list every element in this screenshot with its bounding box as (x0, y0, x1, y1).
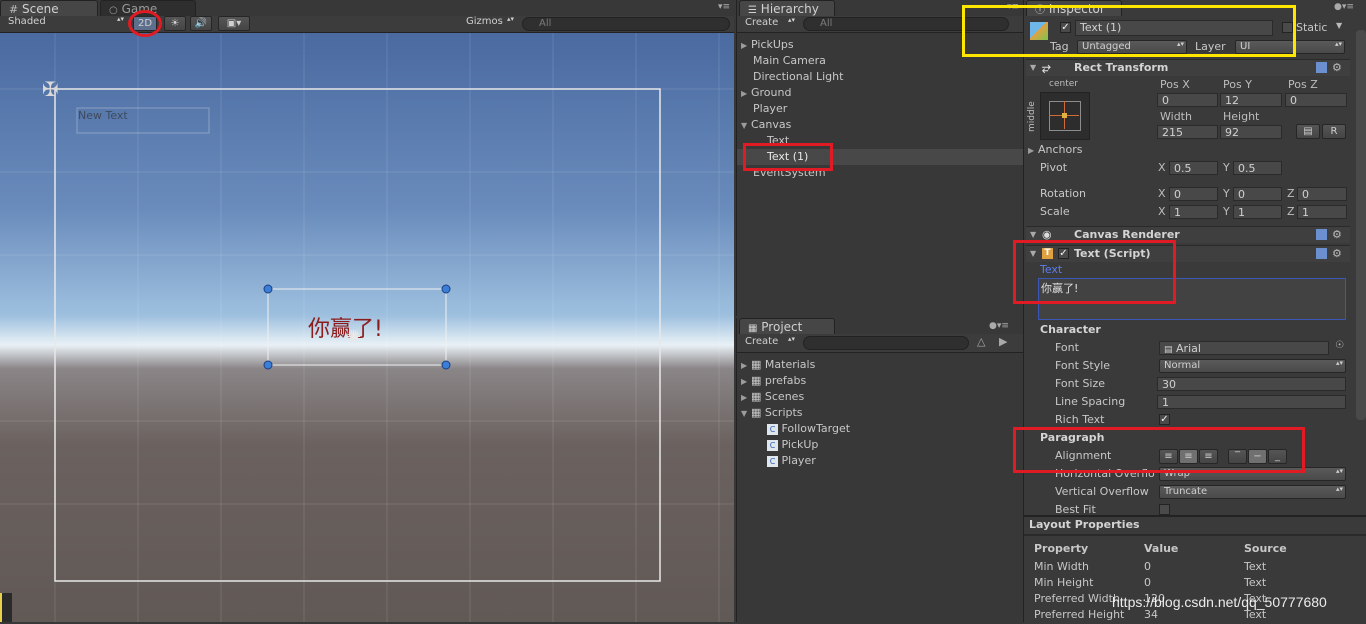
scale-z-field[interactable]: 1 (1297, 205, 1347, 219)
layout-row: Preferred Height (1034, 608, 1125, 621)
project-script[interactable]: C Player (767, 454, 816, 467)
csharp-script-icon: C (767, 440, 778, 451)
font-style-dropdown[interactable]: Normal (1159, 359, 1346, 373)
annotation-paragraph-box (1013, 427, 1305, 473)
inspector-scrollbar[interactable] (1356, 30, 1366, 420)
height-field[interactable]: 92 (1220, 125, 1282, 139)
csharp-script-icon: C (767, 456, 778, 467)
project-script[interactable]: C PickUp (767, 438, 818, 451)
help-icon (1316, 248, 1327, 259)
pos-z-field[interactable]: 0 (1285, 93, 1347, 107)
layout-row: Min Width (1034, 560, 1089, 573)
anchors-foldout[interactable]: ▶ Anchors (1028, 143, 1083, 156)
grid-icon: # (9, 3, 19, 16)
pivot-y-field[interactable]: 0.5 (1233, 161, 1282, 175)
rotation-y-field[interactable]: 0 (1233, 187, 1282, 201)
project-folder[interactable]: ▶ ▦ prefabs (741, 374, 806, 387)
help-icon (1316, 62, 1327, 73)
hierarchy-item[interactable]: Directional Light (753, 70, 843, 83)
folder-icon: ▦ (748, 323, 758, 334)
project-panel: ▦ Project ●▾≡ Create △ ▶ ▶▦ Materials ▶▦… (736, 318, 1023, 622)
annotation-text-script-box (1013, 240, 1176, 304)
hierarchy-create-dropdown[interactable]: Create (741, 17, 797, 31)
rect-transform-icon: ⥂ (1042, 61, 1051, 74)
annotation-2d-circle (128, 10, 162, 37)
layout-row: Min Height (1034, 576, 1094, 589)
scale-x-field[interactable]: 1 (1169, 205, 1218, 219)
font-asset-icon: ▤ (1164, 345, 1173, 355)
lock-icon[interactable]: ●▾≡ (989, 321, 1009, 331)
project-create-dropdown[interactable]: Create (741, 336, 797, 350)
annotation-text1-box (743, 143, 833, 171)
gear-icon: ⚙ (1332, 228, 1342, 241)
vertical-overflow-dropdown[interactable]: Truncate (1159, 485, 1346, 499)
character-label: Character (1040, 323, 1101, 336)
tab-hierarchy[interactable]: ☰ Hierarchy (739, 0, 835, 16)
audio-icon[interactable]: 🔊 (190, 16, 212, 31)
blueprint-button[interactable]: ▤ (1296, 124, 1320, 139)
project-script[interactable]: C FollowTarget (767, 422, 850, 435)
canvas-anchor-icon: ✠ (42, 77, 59, 101)
anchor-presets-button[interactable] (1040, 92, 1090, 140)
gizmos-dropdown[interactable]: Gizmos (462, 16, 516, 30)
rich-text-checkbox[interactable]: ✓ (1159, 414, 1170, 425)
lighting-icon[interactable]: ☀ (164, 16, 186, 31)
layout-row: Preferred Width (1034, 592, 1120, 605)
filter-type-icon[interactable]: △ (977, 335, 985, 348)
best-fit-checkbox[interactable] (1159, 504, 1170, 515)
pivot-x-field[interactable]: 0.5 (1169, 161, 1218, 175)
pivot-icon: ✺ (346, 327, 362, 348)
font-size-field[interactable]: 30 (1157, 377, 1346, 391)
hierarchy-item[interactable]: ▶ PickUps (741, 38, 794, 51)
csharp-script-icon: C (767, 424, 778, 435)
scene-panel: # Scene ○ Game ▾≡ Shaded 2D ☀ 🔊 ▣▾ Gizmo… (0, 0, 734, 622)
object-picker-icon[interactable]: ☉ (1335, 340, 1344, 351)
pos-x-field[interactable]: 0 (1157, 93, 1218, 107)
anchor-v-label: middle (1027, 101, 1037, 132)
static-dropdown-icon[interactable]: ▼ (1336, 21, 1342, 30)
font-field[interactable]: ▤ Arial (1159, 341, 1329, 355)
project-folder[interactable]: ▶ ▦ Scenes (741, 390, 804, 403)
filter-label-icon[interactable]: ▶ (999, 335, 1007, 348)
tab-scene[interactable]: # Scene (0, 0, 98, 16)
scale-y-field[interactable]: 1 (1233, 205, 1282, 219)
effects-icon[interactable]: ▣▾ (218, 16, 250, 31)
pos-y-field[interactable]: 12 (1220, 93, 1282, 107)
project-folder[interactable]: ▼ ▦ Scripts (741, 406, 803, 419)
width-field[interactable]: 215 (1157, 125, 1218, 139)
panel-menu-icon[interactable]: ▾≡ (718, 2, 730, 12)
scene-viewport[interactable]: ✠ New Text 你赢了! ✺ (0, 33, 734, 622)
list-icon: ☰ (748, 5, 757, 16)
annotation-header-box (962, 5, 1296, 57)
scene-search-input[interactable]: All (522, 17, 730, 31)
anchor-h-label: center (1049, 79, 1078, 89)
scene-new-text[interactable]: New Text (78, 109, 128, 122)
scene-toolbar: Shaded 2D ☀ 🔊 ▣▾ Gizmos All (0, 16, 734, 33)
line-spacing-field[interactable]: 1 (1157, 395, 1346, 409)
static-label: Static (1296, 21, 1328, 34)
hierarchy-item[interactable]: Player (753, 102, 787, 115)
hierarchy-item[interactable]: Main Camera (753, 54, 826, 67)
rect-transform-header[interactable]: ▼ ⥂ Rect Transform ⚙ (1026, 59, 1350, 76)
hierarchy-item[interactable]: ▶ Ground (741, 86, 791, 99)
rotation-x-field[interactable]: 0 (1169, 187, 1218, 201)
gear-icon: ⚙ (1332, 247, 1342, 260)
project-folder[interactable]: ▶ ▦ Materials (741, 358, 815, 371)
help-icon (1316, 229, 1327, 240)
hierarchy-item[interactable]: ▼ Canvas (741, 118, 791, 131)
rotation-z-field[interactable]: 0 (1297, 187, 1347, 201)
viewport-handle[interactable] (0, 593, 12, 622)
project-search-input[interactable] (803, 336, 969, 350)
project-toolbar: Create △ ▶ (737, 334, 1023, 353)
gear-icon: ⚙ (1332, 61, 1342, 74)
watermark-text: https://blog.csdn.net/qq_50777680 (1112, 594, 1327, 610)
tab-project[interactable]: ▦ Project (739, 318, 835, 334)
shading-dropdown[interactable]: Shaded (4, 16, 126, 30)
raw-edit-button[interactable]: R (1322, 124, 1346, 139)
panel-menu-icon[interactable]: ●▾≡ (1334, 2, 1354, 12)
